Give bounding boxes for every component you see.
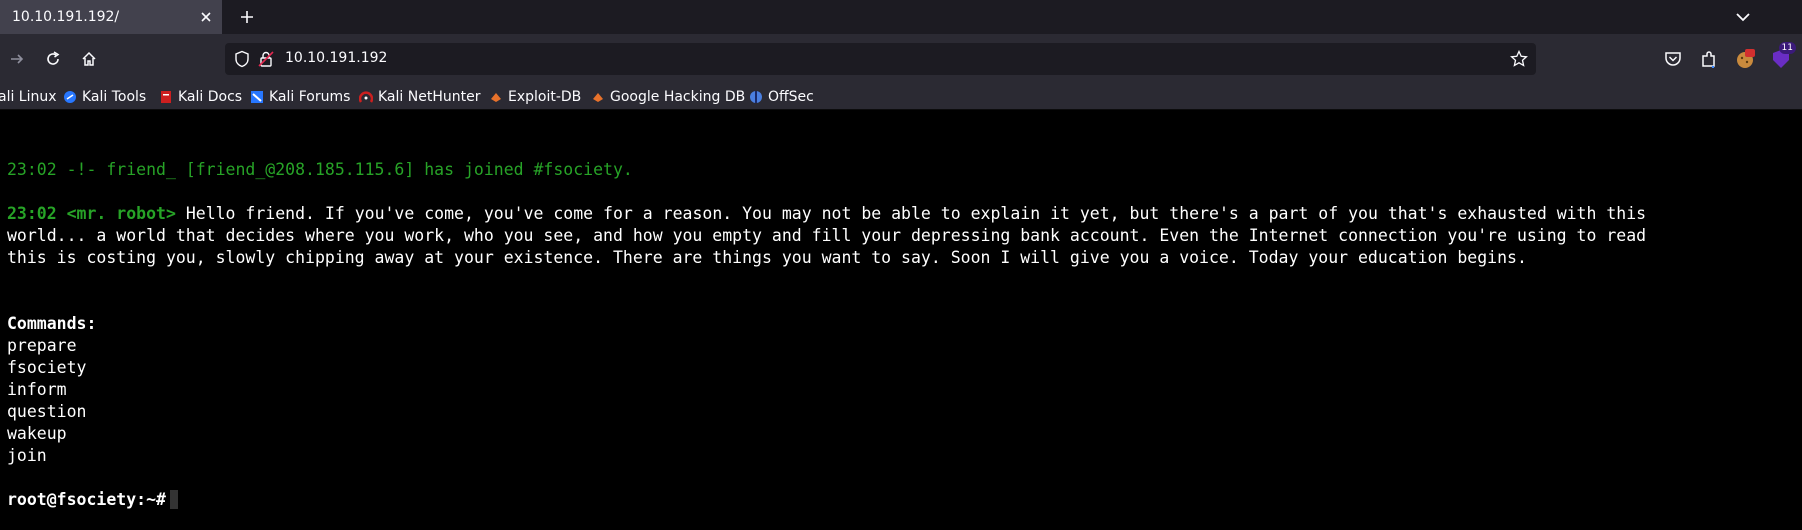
bookmark-offsec[interactable]: OffSec	[749, 87, 814, 107]
bookmark-kali-docs[interactable]: Kali Docs	[159, 87, 242, 107]
bookmark-label: Kali Tools	[82, 89, 147, 105]
bookmark-kali-forums[interactable]: Kali Forums	[250, 87, 350, 107]
command-item: inform	[7, 380, 67, 399]
command-item: question	[7, 402, 87, 421]
extension-badge-count: 11	[1778, 42, 1796, 54]
terminal-prompt-line[interactable]: root@fsociety:~#	[7, 489, 178, 511]
extension-cookie-icon[interactable]	[1732, 46, 1758, 72]
irc-message-line-2: world... a world that decides where you …	[7, 226, 1647, 245]
bookmark-label: OffSec	[768, 89, 814, 105]
irc-message-text-1: Hello friend. If you've come, you've com…	[175, 204, 1647, 223]
kali-forums-icon	[251, 91, 263, 103]
url-text[interactable]: 10.10.191.192	[285, 50, 387, 66]
new-tab-icon[interactable]	[236, 6, 258, 28]
tab-title: 10.10.191.192/	[12, 9, 120, 25]
shield-icon[interactable]	[233, 50, 251, 68]
kali-nethunter-icon	[359, 91, 373, 103]
terminal-prompt: root@fsociety:~#	[7, 490, 166, 509]
bookmark-kali-linux[interactable]: ali Linux	[0, 87, 57, 107]
bookmark-google-hacking-db[interactable]: Google Hacking DB	[591, 87, 745, 107]
bookmark-star-icon[interactable]	[1510, 49, 1528, 68]
terminal-page[interactable]: 23:02 -!- friend_ [friend_@208.185.115.6…	[0, 111, 1802, 530]
extensions-puzzle-icon[interactable]	[1696, 46, 1722, 72]
bookmark-label: Kali NetHunter	[378, 89, 481, 105]
home-icon[interactable]	[76, 46, 102, 72]
bookmark-kali-nethunter[interactable]: Kali NetHunter	[359, 87, 480, 107]
chevron-down-icon[interactable]	[1732, 6, 1754, 28]
tab-active[interactable]: 10.10.191.192/	[0, 0, 222, 34]
bookmark-label: Kali Docs	[178, 89, 243, 105]
command-item: prepare	[7, 336, 77, 355]
kali-tools-icon	[64, 91, 76, 103]
bookmark-label: ali Linux	[0, 89, 57, 105]
commands-header: Commands:	[7, 314, 97, 333]
bookmark-label: Kali Forums	[269, 89, 351, 105]
nav-toolbar: 10.10.191.192 11	[0, 34, 1802, 84]
bookmark-exploit-db[interactable]: Exploit-DB	[489, 87, 581, 107]
bookmark-label: Exploit-DB	[508, 89, 582, 105]
bookmark-label: Google Hacking DB	[610, 89, 746, 105]
pocket-icon[interactable]	[1660, 46, 1686, 72]
reload-icon[interactable]	[40, 46, 66, 72]
bookmark-kali-tools[interactable]: Kali Tools	[63, 87, 146, 107]
ghdb-icon	[593, 93, 603, 102]
offsec-icon	[750, 91, 762, 103]
forward-arrow-icon[interactable]	[4, 46, 30, 72]
irc-message-prefix: 23:02 <mr. robot>	[7, 204, 176, 223]
command-item: fsociety	[7, 358, 87, 377]
url-bar[interactable]: 10.10.191.192	[225, 43, 1536, 75]
terminal-cursor[interactable]	[169, 490, 178, 509]
exploit-db-icon	[491, 93, 501, 102]
insecure-lock-icon[interactable]	[257, 50, 275, 68]
bookmarks-toolbar: ali Linux Kali Tools Kali Docs Kali Foru…	[0, 84, 1802, 110]
irc-message-line-1: 23:02 <mr. robot> Hello friend. If you'v…	[7, 203, 1646, 225]
extension-badge-icon[interactable]: 11	[1768, 42, 1796, 72]
irc-message-line-3: this is costing you, slowly chipping awa…	[7, 248, 1527, 267]
irc-join-line: 23:02 -!- friend_ [friend_@208.185.115.6…	[7, 160, 633, 179]
command-item: wakeup	[7, 424, 67, 443]
kali-docs-icon	[161, 91, 171, 103]
command-item: join	[7, 446, 47, 465]
close-icon[interactable]	[196, 7, 216, 27]
tab-bar: 10.10.191.192/	[0, 0, 1802, 34]
